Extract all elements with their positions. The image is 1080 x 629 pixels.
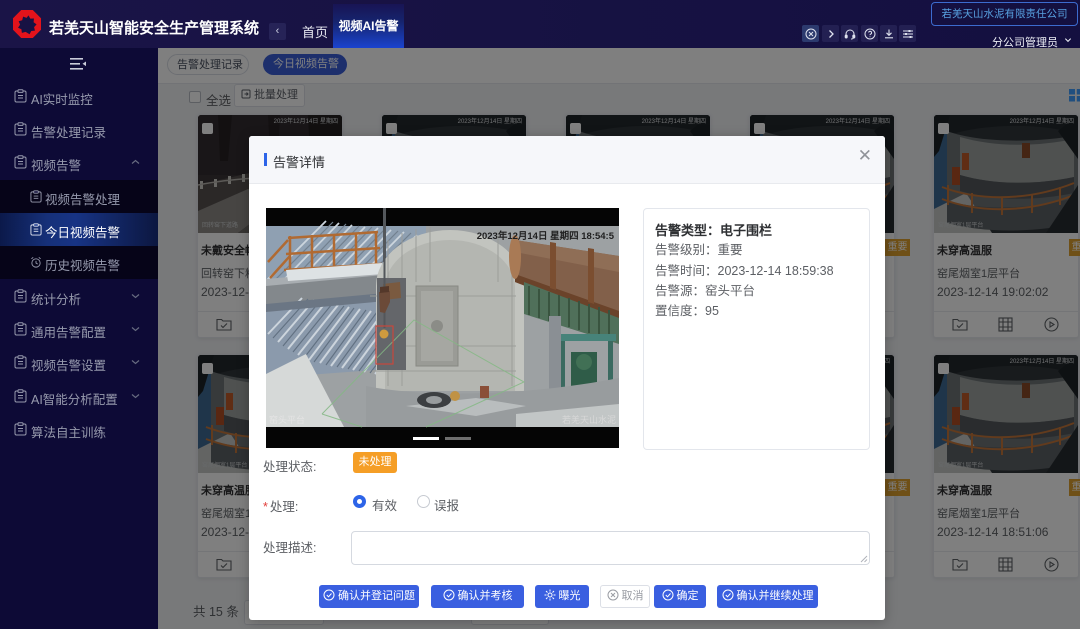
svg-text:若羌天山水泥: 若羌天山水泥 [562, 414, 616, 425]
svg-text:2023年12月14日 星期四 18:54:5: 2023年12月14日 星期四 18:54:5 [477, 230, 615, 242]
svg-text:窑头平台: 窑头平台 [269, 414, 305, 425]
